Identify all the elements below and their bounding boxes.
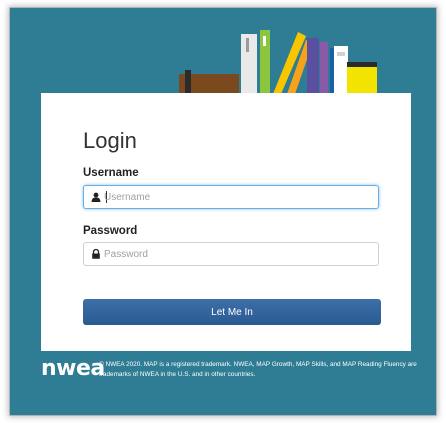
copyright-text: © NWEA 2020. MAP is a registered tradema… <box>99 361 417 378</box>
password-label: Password <box>83 225 138 237</box>
bookshelf-illustration <box>179 30 377 94</box>
username-input[interactable] <box>104 186 374 208</box>
let-me-in-button[interactable]: Let Me In <box>83 299 381 325</box>
login-page: Login Username Password Let Me In nwea ©… <box>10 8 436 415</box>
password-field[interactable] <box>83 242 379 266</box>
user-icon <box>91 192 101 202</box>
nwea-logo: nwea <box>41 356 105 381</box>
footer: nwea © NWEA 2020. MAP is a registered tr… <box>41 356 421 406</box>
page-title: Login <box>83 128 137 153</box>
login-card: Login Username Password Let Me In <box>41 93 411 351</box>
username-label: Username <box>83 167 139 179</box>
lock-icon <box>92 249 100 259</box>
username-field[interactable] <box>83 185 379 209</box>
password-input[interactable] <box>104 243 374 265</box>
